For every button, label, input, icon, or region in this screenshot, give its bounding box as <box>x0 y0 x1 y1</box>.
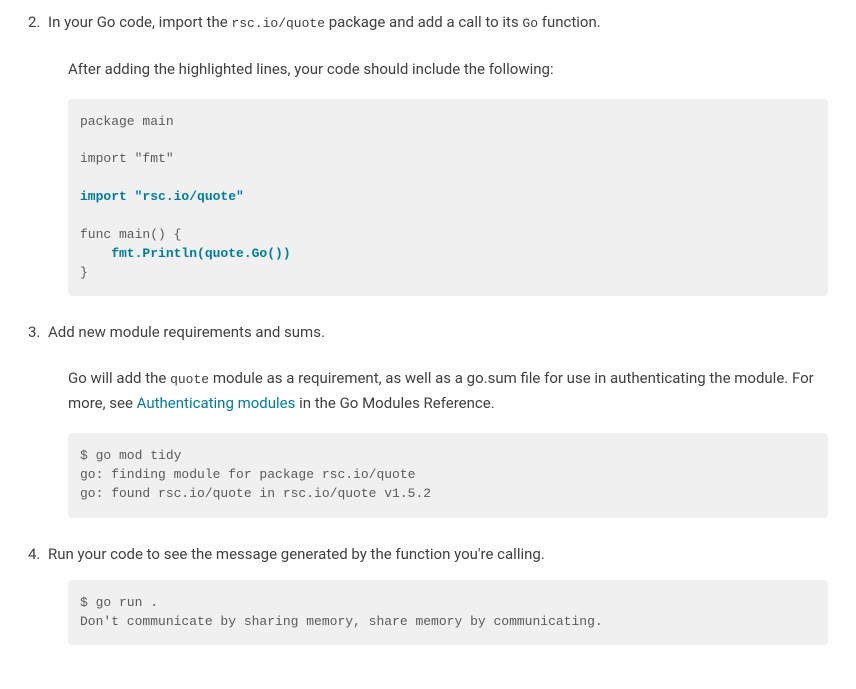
text-fragment: In your Go code, import the <box>48 13 231 31</box>
code-block-terminal: $ go mod tidy go: finding module for pac… <box>68 433 828 518</box>
code-block-terminal: $ go run . Don't communicate by sharing … <box>68 580 828 646</box>
step-number: 4. <box>28 542 40 566</box>
step-4: 4. Run your code to see the message gene… <box>28 542 828 646</box>
step-number: 3. <box>28 320 40 344</box>
code-line-highlight: fmt.Println(quote.Go()) <box>80 246 291 261</box>
code-line: package main <box>80 114 174 129</box>
code-line: import "fmt" <box>80 151 174 166</box>
code-line-highlight: import "rsc.io/quote" <box>80 189 244 204</box>
code-block-go: package main import "fmt" import "rsc.io… <box>68 99 828 297</box>
text-fragment: function. <box>538 13 601 31</box>
step-3: 3. Add new module requirements and sums.… <box>28 320 828 517</box>
inline-code: quote <box>170 372 209 387</box>
step-number: 2. <box>28 10 40 34</box>
inline-code: Go <box>522 16 538 31</box>
code-line: } <box>80 265 88 280</box>
link-authenticating-modules[interactable]: Authenticating modules <box>137 394 296 412</box>
step-2: 2. In your Go code, import the rsc.io/qu… <box>28 10 828 296</box>
code-line: func main() { <box>80 227 181 242</box>
steps-list: 2. In your Go code, import the rsc.io/qu… <box>28 10 828 645</box>
inline-code: rsc.io/quote <box>231 16 325 31</box>
step-text: Run your code to see the message generat… <box>48 542 828 566</box>
text-fragment: Go will add the <box>68 369 170 387</box>
step-subtext: After adding the highlighted lines, your… <box>68 57 828 81</box>
text-fragment: package and add a call to its <box>325 13 522 31</box>
step-text: In your Go code, import the rsc.io/quote… <box>48 10 828 35</box>
step-subtext: Go will add the quote module as a requir… <box>68 366 828 415</box>
text-fragment: in the Go Modules Reference. <box>295 394 494 412</box>
step-text: Add new module requirements and sums. <box>48 320 828 344</box>
